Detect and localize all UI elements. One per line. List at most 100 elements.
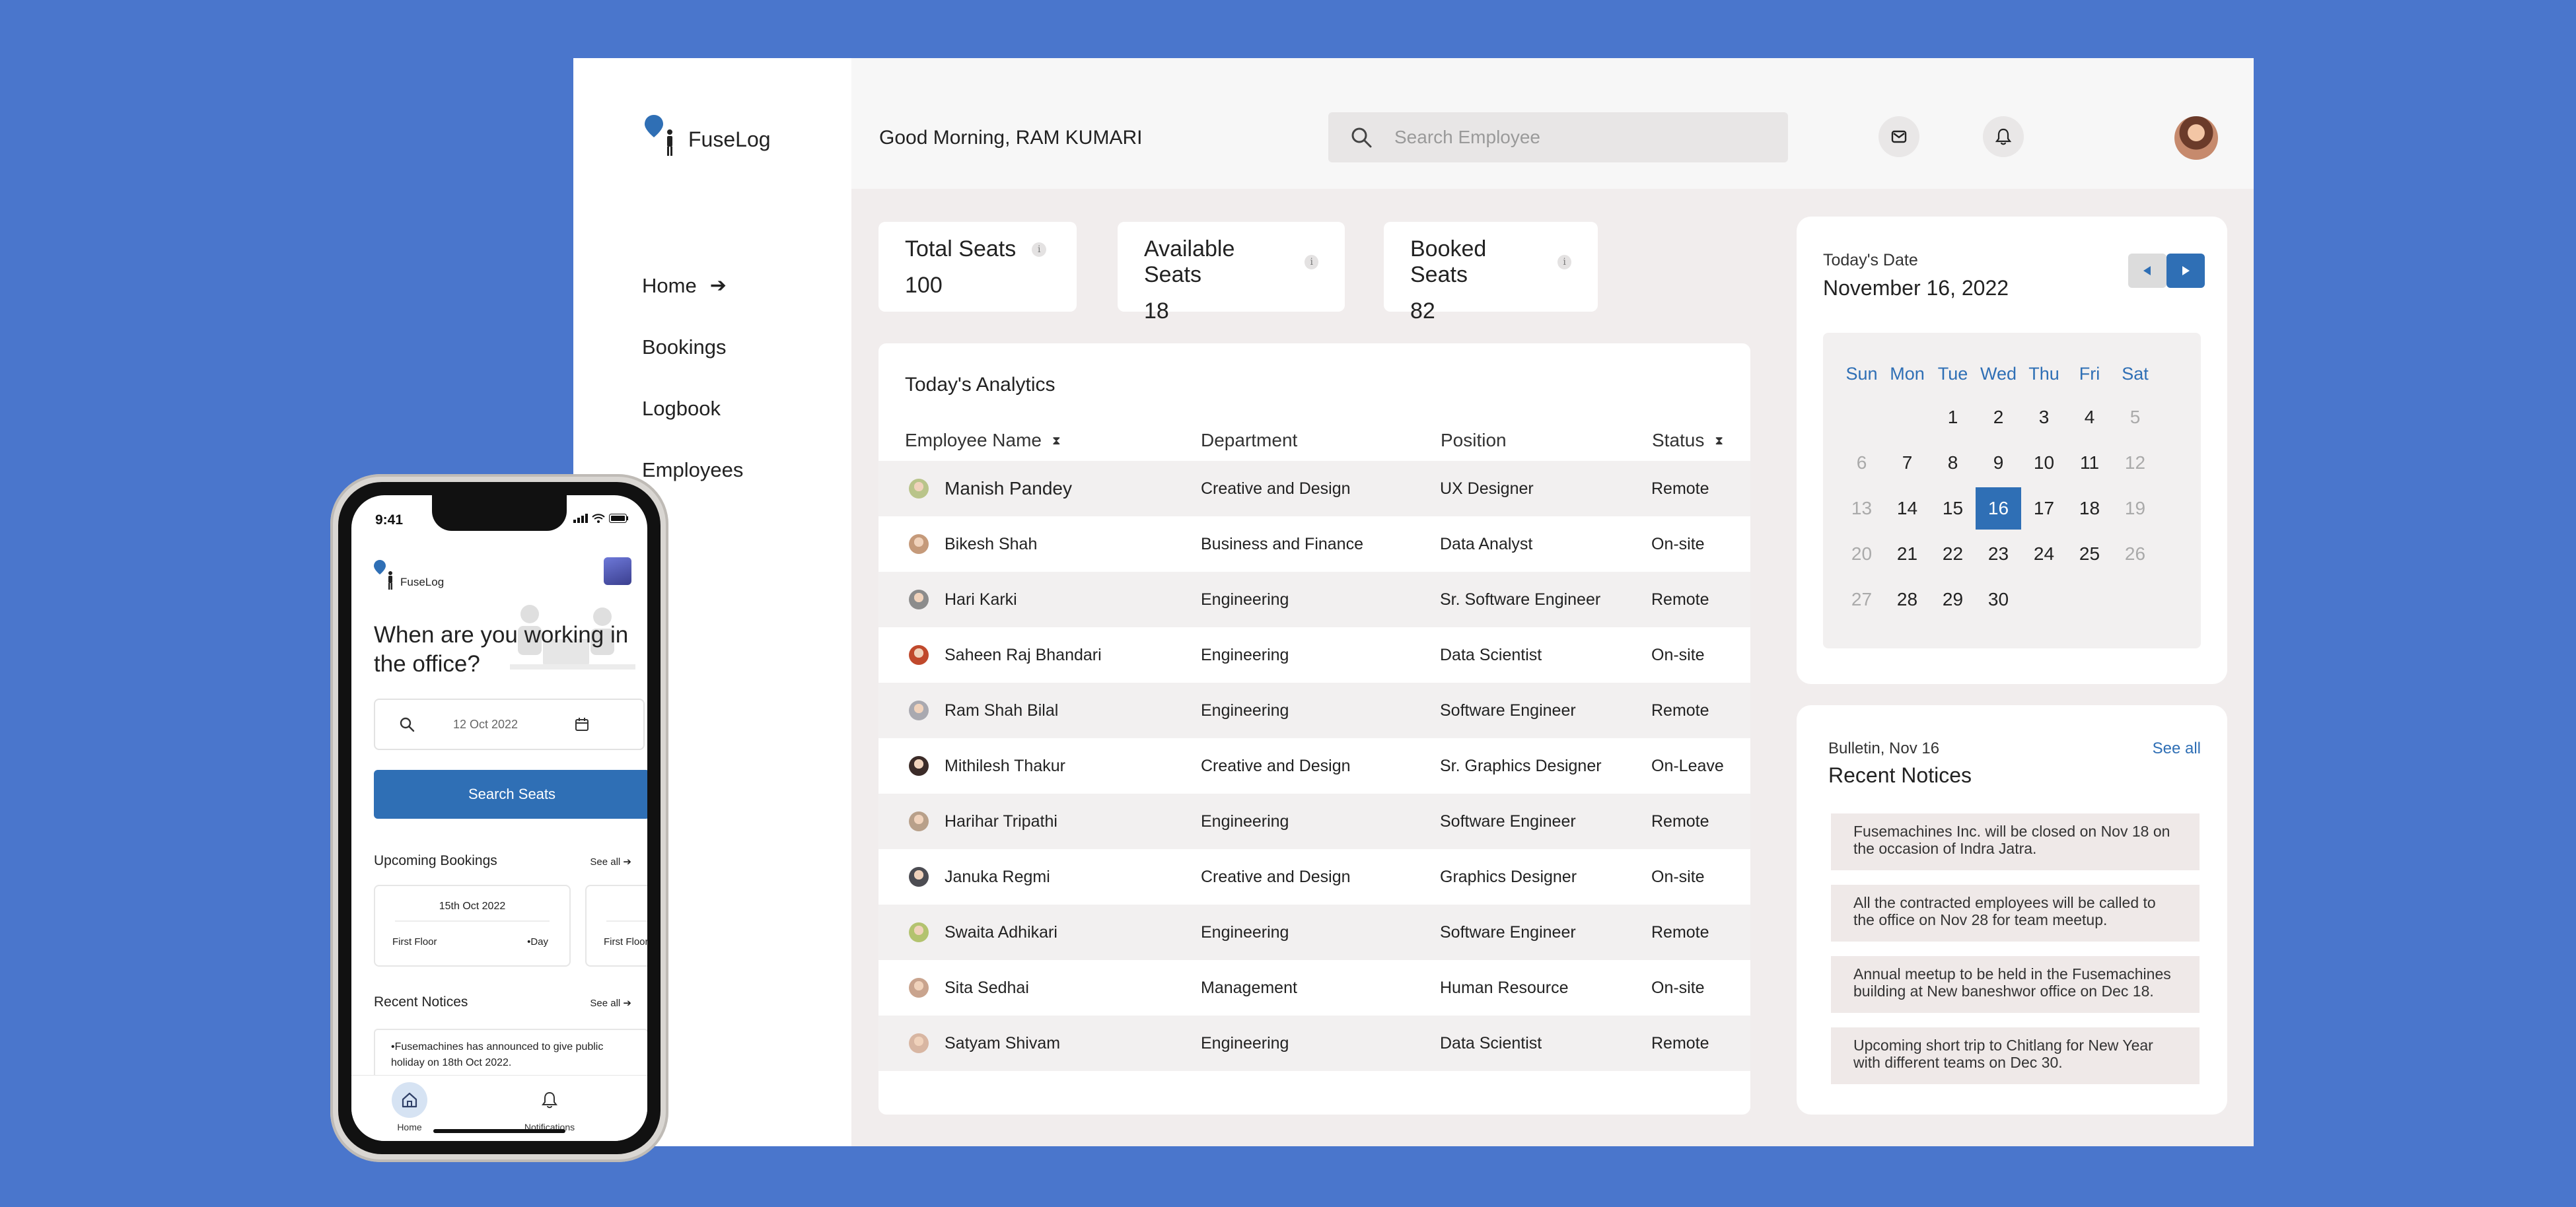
notifications-button[interactable]: [1983, 116, 2024, 157]
calendar-day[interactable]: 8: [1930, 442, 1976, 484]
booking-card[interactable]: 15th Oct 2022 First Floor •Day: [374, 885, 571, 967]
employee-avatar: [909, 645, 929, 665]
table-row[interactable]: Hari Karki Engineering Sr. Software Engine…: [878, 572, 1750, 627]
info-icon[interactable]: i: [1557, 255, 1571, 269]
calendar-day[interactable]: 18: [2067, 487, 2112, 530]
table-row[interactable]: Januka Regmi Creative and Design Graphics …: [878, 849, 1750, 905]
column-header-status[interactable]: Status ⧗: [1652, 420, 1723, 461]
tab-notifications[interactable]: Notifications: [510, 1082, 589, 1132]
sort-icon[interactable]: ⧗: [1715, 434, 1723, 446]
calendar-week-row: 20 21 22 23 24 25 26: [1839, 533, 2158, 575]
calendar-day[interactable]: 22: [1930, 533, 1976, 575]
mobile-screen: 9:41 FuseLog When are you working in the…: [351, 495, 647, 1141]
search-seats-button[interactable]: Search Seats: [374, 770, 647, 819]
table-row[interactable]: Saheen Raj Bhandari Engineering Data Scien…: [878, 627, 1750, 683]
sidebar-item-home[interactable]: Home ➔: [642, 255, 743, 316]
calendar-day[interactable]: 7: [1884, 442, 1930, 484]
notice-item: Fusemachines Inc. will be closed on Nov …: [1831, 813, 2200, 870]
prev-month-button[interactable]: [2128, 254, 2166, 288]
calendar-day[interactable]: 16: [1976, 487, 2021, 530]
calendar-day[interactable]: 20: [1839, 533, 1884, 575]
date-search-field[interactable]: 12 Oct 2022: [374, 699, 645, 750]
see-all-link[interactable]: See all: [2153, 740, 2201, 758]
mobile-avatar[interactable]: [604, 557, 631, 585]
stat-available-seats: Available Seats i 18: [1118, 222, 1345, 324]
calendar-day[interactable]: 26: [2112, 533, 2158, 575]
calendar-day[interactable]: 21: [1884, 533, 1930, 575]
calendar-day[interactable]: 24: [2021, 533, 2067, 575]
see-all-bookings-link[interactable]: See all ➔: [590, 856, 631, 868]
calendar-day[interactable]: 4: [2067, 396, 2112, 438]
calendar-day[interactable]: 1: [1930, 396, 1976, 438]
calendar-day[interactable]: 19: [2112, 487, 2158, 530]
table-header: Employee Name ⧗ Department Position Statu…: [878, 420, 1750, 461]
table-row[interactable]: Swaita Adhikari Engineering Software Engin…: [878, 905, 1750, 960]
status-icons: [573, 514, 629, 523]
employee-avatar: [909, 756, 929, 776]
position-cell: Human Resource: [1440, 978, 1569, 997]
calendar-day[interactable]: 11: [2067, 442, 2112, 484]
home-indicator: [433, 1129, 565, 1133]
notice-item: Annual meetup to be held in the Fusemach…: [1831, 956, 2200, 1013]
stat-value: 82: [1410, 298, 1435, 324]
calendar-empty-cell: [2067, 578, 2112, 621]
position-cell: Data Scientist: [1440, 1033, 1542, 1052]
calendar-day[interactable]: 9: [1976, 442, 2021, 484]
info-icon[interactable]: i: [1305, 255, 1318, 269]
calendar-weekday: Sat: [2122, 363, 2149, 384]
mobile-hero-text: When are you working in the office?: [374, 622, 629, 677]
calendar-day[interactable]: 3: [2021, 396, 2067, 438]
column-header-employee-name[interactable]: Employee Name ⧗: [905, 420, 1061, 461]
table-row[interactable]: Manish Pandey Creative and Design UX Desig…: [878, 461, 1750, 516]
employee-search[interactable]: [1328, 112, 1788, 162]
calendar-day[interactable]: 5: [2112, 396, 2158, 438]
table-row[interactable]: Bikesh Shah Business and Finance Data Anal…: [878, 516, 1750, 572]
calendar-day[interactable]: 29: [1930, 578, 1976, 621]
calendar-day[interactable]: 10: [2021, 442, 2067, 484]
calendar-week-row: 13 14 15 16 17 18 19: [1839, 487, 2158, 530]
mail-button[interactable]: [1878, 116, 1919, 157]
calendar-day[interactable]: 17: [2021, 487, 2067, 530]
next-month-button[interactable]: [2166, 254, 2205, 288]
calendar-day[interactable]: 12: [2112, 442, 2158, 484]
calendar-day[interactable]: 23: [1976, 533, 2021, 575]
notices-card: Bulletin, Nov 16 See all Recent Notices …: [1797, 705, 2227, 1115]
status-cell: On-site: [1651, 978, 1705, 997]
calendar-day[interactable]: 14: [1884, 487, 1930, 530]
calendar-day[interactable]: 2: [1976, 396, 2021, 438]
table-row[interactable]: Harihar Tripathi Engineering Software Engi…: [878, 794, 1750, 849]
table-row[interactable]: Sita Sedhai Management Human Resource On-si…: [878, 960, 1750, 1016]
calendar-icon[interactable]: [575, 717, 589, 732]
employee-name: Sita Sedhai: [945, 978, 1029, 997]
sidebar-item-employees[interactable]: Employees: [642, 439, 743, 500]
user-avatar[interactable]: [2174, 116, 2218, 160]
booking-card[interactable]: 16 First Floor: [585, 885, 647, 967]
calendar-day[interactable]: 13: [1839, 487, 1884, 530]
employee-name-cell: Sita Sedhai: [909, 960, 1029, 1016]
tab-home[interactable]: Home: [370, 1082, 449, 1132]
sidebar-item-label: Employees: [642, 458, 744, 481]
search-input[interactable]: [1394, 127, 1764, 148]
calendar-week-row: 12345: [1839, 396, 2158, 438]
calendar-day[interactable]: 28: [1884, 578, 1930, 621]
calendar-weekday: Wed: [1980, 363, 2017, 384]
table-row[interactable]: Mithilesh Thakur Creative and Design Sr. G…: [878, 738, 1750, 794]
calendar-day[interactable]: 30: [1976, 578, 2021, 621]
info-icon[interactable]: i: [1032, 242, 1047, 257]
analytics-card: Today's Analytics Employee Name ⧗ Departm…: [878, 343, 1750, 1115]
calendar-day[interactable]: 6: [1839, 442, 1884, 484]
sort-icon[interactable]: ⧗: [1052, 434, 1061, 446]
employee-name-cell: Ram Shah Bilal: [909, 683, 1058, 738]
calendar-day[interactable]: 27: [1839, 578, 1884, 621]
sidebar-item-bookings[interactable]: Bookings: [642, 316, 743, 378]
calendar-day[interactable]: 15: [1930, 487, 1976, 530]
stat-booked-seats: Booked Seats i 82: [1384, 222, 1598, 324]
see-all-notices-link[interactable]: See all ➔: [590, 997, 631, 1009]
table-row[interactable]: Ram Shah Bilal Engineering Software Engine…: [878, 683, 1750, 738]
status-cell: On-Leave: [1651, 756, 1724, 775]
calendar-day[interactable]: 25: [2067, 533, 2112, 575]
table-row[interactable]: Satyam Shivam Engineering Data Scientist Re…: [878, 1016, 1750, 1071]
sidebar-item-logbook[interactable]: Logbook: [642, 378, 743, 439]
phone-notch: [432, 495, 567, 531]
position-cell: Data Analyst: [1440, 534, 1533, 553]
